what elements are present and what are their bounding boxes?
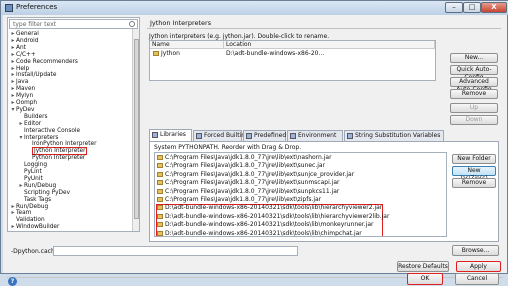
maximize-button[interactable]: □ [463,2,481,13]
interpreters-hint: Jython interpreters (e.g. jython.jar). D… [149,33,330,40]
clear-filter-icon[interactable] [129,21,135,27]
tab-forced-builtins[interactable]: Forced Builtins [193,130,248,141]
tab-label: Environment [298,132,337,139]
remove-path-button[interactable]: Remove [452,178,496,188]
pythonpath-entry: C:\Program Files\Java\jdk1.8.0_77\jre\li… [165,187,340,195]
interpreter-tabs: Libraries Forced Builtins Predefined Enviro… [149,129,499,141]
minimize-button[interactable]: – [445,2,463,13]
pythonpath-entry: C:\Program Files\Java\jdk1.8.0_77\jre\li… [165,170,355,178]
pythonpath-row[interactable]: C:\Program Files\Java\jdk1.8.0_77\jre\li… [157,162,325,170]
new-jar-zip-button[interactable]: New Jar/Zip(s) [452,166,496,182]
preference-page: Jython Interpreters Jython interpreters … [143,17,505,242]
filter-placeholder: type filter text [13,21,57,28]
down-button[interactable]: Down [450,115,498,125]
system-pythonpath-label: System PYTHONPATH. Reorder with Drag & D… [154,144,302,151]
cachedir-input[interactable] [53,246,298,256]
interpreter-name[interactable]: Jython [153,50,223,58]
column-location-header[interactable]: Location [224,41,435,49]
quick-auto-config-button[interactable]: Quick Auto-Config [450,65,498,81]
filter-input[interactable]: type filter text [9,19,138,29]
new-folder-button[interactable]: New Folder [452,154,496,164]
tab-icon [246,133,252,139]
tree-scroll-thumb[interactable] [134,39,139,219]
jar-icon [157,155,163,160]
new-interpreter-button[interactable]: New... [450,53,498,63]
tab-environment[interactable]: Environment [287,130,343,141]
tab-label: Predefined [254,132,287,139]
jar-icon [157,188,163,194]
interpreter-icon [153,51,159,56]
tab-libraries[interactable]: Libraries [149,129,192,141]
pythonpath-row[interactable]: D:\adt-bundle-windows-x86-20140321\sdk\t… [157,229,362,237]
pythonpath-row[interactable]: C:\Program Files\Java\jdk1.8.0_77\jre\li… [157,188,339,196]
jar-icon [157,163,163,169]
apply-button[interactable]: Apply [456,261,501,272]
pythonpath-entry: C:\Program Files\Java\jdk1.8.0_77\jre\li… [165,154,332,161]
close-button[interactable]: X [481,2,507,13]
preferences-window: Preferences – □ X type filter text ▸ Gene… [0,0,508,286]
preference-tree-panel: type filter text ▸ General ▸ Android ▸ Ant ▸ C/… [7,17,140,232]
column-name-header[interactable]: Name [150,41,224,49]
pythonpath-entry: D:\adt-bundle-windows-x86-20140321\sdk\t… [165,221,374,229]
libraries-panel: System PYTHONPATH. Reorder with Drag & D… [149,141,499,242]
tab-string-substitution-variables[interactable]: String Substitution Variables [344,130,444,141]
jar-icon [157,180,163,186]
pythonpath-row[interactable]: D:\adt-bundle-windows-x86-20140321\sdk\t… [157,204,382,212]
up-button[interactable]: Up [450,103,498,113]
jar-icon [157,222,163,228]
interpreters-table[interactable]: Name Location Jython D:\adt-bundle-windo… [149,40,436,81]
app-icon [5,4,13,12]
jar-icon [157,197,163,202]
tab-label: Libraries [160,131,186,138]
pythonpath-row[interactable]: C:\Program Files\Java\jdk1.8.0_77\jre\li… [157,179,339,187]
pythonpath-list[interactable]: C:\Program Files\Java\jdk1.8.0_77\jre\li… [154,152,447,237]
browse-button[interactable]: Browse... [452,245,499,256]
dialog-body: type filter text ▸ General ▸ Android ▸ Ant ▸ C/… [3,15,507,286]
interpreter-name-text: Jython [161,50,180,57]
tree-item-label: WindowBuilder [16,224,60,230]
title-bar[interactable]: Preferences – □ X [1,1,508,15]
interpreter-location[interactable]: D:\adt-bundle-windows-x86-20... [226,50,434,58]
tab-label: Forced Builtins [204,132,249,139]
tab-icon [152,132,158,138]
pythonpath-row[interactable]: C:\Program Files\Java\jdk1.8.0_77\jre\li… [157,171,354,179]
pythonpath-entry: D:\adt-bundle-windows-x86-20140321\sdk\t… [165,204,383,212]
ok-button[interactable]: OK [407,273,443,285]
pythonpath-row[interactable]: C:\Program Files\Java\jdk1.8.0_77\jre\li… [157,154,332,162]
tree-item[interactable]: ▸ WindowBuilder [10,223,60,230]
tab-predefined[interactable]: Predefined [243,130,286,141]
pythonpath-entry: C:\Program Files\Java\jdk1.8.0_77\jre\li… [165,196,322,203]
help-icon[interactable]: ? [8,277,17,286]
advanced-auto-config-button[interactable]: Advanced Auto-Config [450,77,498,93]
tab-icon [196,133,202,139]
pythonpath-row[interactable]: D:\adt-bundle-windows-x86-20140321\sdk\t… [157,213,389,221]
cancel-button[interactable]: Cancel [455,273,499,285]
tab-label: String Substitution Variables [355,132,441,139]
pythonpath-entry: D:\adt-bundle-windows-x86-20140321\sdk\t… [165,229,362,237]
window-title: Preferences [16,3,58,11]
jar-icon [157,230,163,236]
preference-tree[interactable]: ▸ General ▸ Android ▸ Ant ▸ C/C++ ▸ Code Recommen… [10,30,134,230]
jar-icon [157,205,163,211]
restore-defaults-button[interactable]: Restore Defaults [397,261,449,272]
tab-icon [290,133,296,139]
pythonpath-entry: D:\adt-bundle-windows-x86-20140321\sdk\t… [165,212,390,220]
page-title: Jython Interpreters [150,19,212,27]
jar-icon [157,171,163,177]
pythonpath-row[interactable]: D:\adt-bundle-windows-x86-20140321\sdk\t… [157,221,374,229]
title-divider [147,28,501,29]
tree-scrollbar[interactable] [132,29,139,231]
pythonpath-entry: C:\Program Files\Java\jdk1.8.0_77\jre\li… [165,162,326,170]
jar-icon [157,213,163,219]
remove-interpreter-button[interactable]: Remove [450,89,498,99]
pythonpath-row[interactable]: C:\Program Files\Java\jdk1.8.0_77\jre\li… [157,196,321,204]
tab-icon [347,133,353,139]
pythonpath-entry: C:\Program Files\Java\jdk1.8.0_77\jre\li… [165,179,340,187]
